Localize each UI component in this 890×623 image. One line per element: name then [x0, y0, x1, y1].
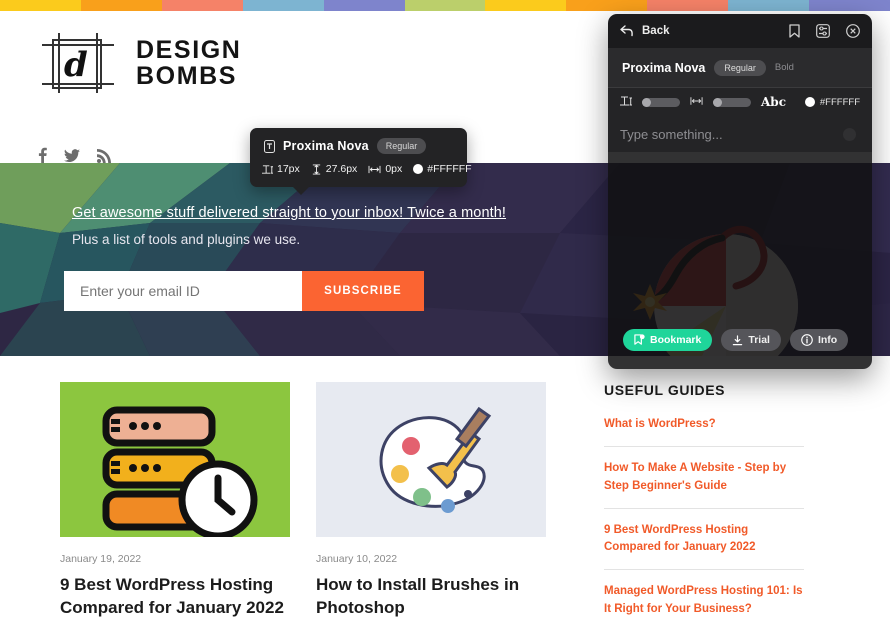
logo-letter: d [64, 45, 88, 85]
sidebar-guide-link[interactable]: 9 Best WordPress Hosting Compared for Ja… [604, 522, 804, 557]
letter-spacing-slider[interactable] [713, 97, 751, 107]
info-label: Info [817, 334, 838, 346]
tooltip-letter-spacing: 0px [385, 163, 403, 175]
article-thumbnail [60, 382, 290, 537]
font-size-slider[interactable] [642, 97, 680, 107]
article-card[interactable]: January 19, 2022 9 Best WordPress Hostin… [60, 382, 290, 619]
newsletter-form: SUBSCRIBE [64, 271, 424, 311]
panel-font-row: Proxima Nova Regular Bold [608, 48, 872, 88]
sidebar-guide-link[interactable]: Managed WordPress Hosting 101: Is It Rig… [604, 583, 804, 618]
bookmark-icon[interactable] [789, 24, 800, 38]
article-date: January 10, 2022 [316, 553, 398, 565]
article-date: January 19, 2022 [60, 553, 142, 565]
letter-spacing-icon [690, 95, 703, 110]
color-strip-segment [80, 0, 162, 11]
weight-bold-toggle[interactable]: Bold [775, 62, 794, 73]
sidebar-list-item: 9 Best WordPress Hosting Compared for Ja… [604, 522, 804, 571]
info-icon [801, 334, 813, 346]
hero-headline[interactable]: Get awesome stuff delivered straight to … [72, 205, 506, 221]
trial-label: Trial [748, 334, 770, 346]
panel-preview-area: Bookmark Trial Info [608, 152, 872, 369]
sidebar-list-item: Managed WordPress Hosting 101: Is It Rig… [604, 583, 804, 623]
panel-action-buttons: Bookmark Trial Info [608, 329, 872, 351]
back-arrow-icon [620, 25, 633, 37]
tooltip-color-swatch [413, 164, 424, 174]
top-color-strip [0, 0, 890, 11]
download-icon [733, 334, 743, 345]
color-strip-segment [404, 0, 486, 11]
twitter-icon[interactable] [64, 148, 80, 163]
article-card[interactable]: January 10, 2022 How to Install Brushes … [316, 382, 546, 619]
tooltip-font-name: Proxima Nova [283, 139, 369, 153]
sidebar-heading: USEFUL GUIDES [604, 382, 726, 398]
sliders-icon[interactable] [816, 24, 830, 38]
font-inspector-panel: Back Proxima Nova Regular Bold Abc #FFFF… [608, 14, 872, 369]
subscribe-button[interactable]: SUBSCRIBE [302, 271, 424, 311]
back-button[interactable]: Back [620, 25, 670, 37]
rss-icon[interactable] [97, 148, 111, 163]
font-size-icon [620, 95, 632, 110]
social-links [38, 147, 111, 164]
logo-monogram-icon: d [42, 33, 120, 93]
close-circle-icon[interactable] [846, 24, 860, 38]
site-logo[interactable]: d DESIGN BOMBS [42, 33, 241, 93]
font-inspector-tooltip: Proxima Nova Regular 17px 27.6px 0px #FF… [250, 128, 472, 195]
line-height-icon [312, 163, 320, 175]
page-root: d DESIGN BOMBS FREEBIESDEALS [0, 0, 890, 623]
color-strip-segment [242, 0, 324, 11]
sidebar-list-item: What is WordPress? [604, 416, 804, 448]
info-button[interactable]: Info [789, 329, 849, 351]
bookmark-add-icon [634, 334, 645, 345]
sidebar-guide-link[interactable]: How To Make A Website - Step by Step Beg… [604, 460, 804, 495]
type-field-dot-icon [843, 127, 856, 141]
hero-subline: Plus a list of tools and plugins we use. [72, 232, 301, 247]
trial-button[interactable]: Trial [721, 329, 781, 351]
tooltip-line-height: 27.6px [325, 163, 358, 175]
serif-preview-toggle[interactable]: Abc [761, 95, 786, 109]
logo-text-line1: DESIGN [136, 35, 242, 64]
sidebar-list-item: How To Make A Website - Step by Step Beg… [604, 460, 804, 509]
color-strip-segment [161, 0, 243, 11]
panel-color-hex: #FFFFFF [819, 96, 860, 108]
article-title[interactable]: How to Install Brushes in Photoshop [316, 574, 546, 619]
color-strip-segment [647, 0, 729, 11]
type-preview-field[interactable]: Type something... [608, 116, 872, 152]
article-cards: January 19, 2022 9 Best WordPress Hostin… [60, 382, 546, 619]
sidebar-link-list: What is WordPress? How To Make A Website … [604, 416, 804, 623]
color-strip-segment [566, 0, 648, 11]
tooltip-weight-badge: Regular [376, 138, 427, 154]
bookmark-label: Bookmark [650, 334, 702, 346]
font-size-icon [262, 164, 273, 174]
content-area: January 19, 2022 9 Best WordPress Hostin… [0, 356, 890, 623]
color-strip-segment [728, 0, 810, 11]
tooltip-font-size: 17px [277, 163, 300, 175]
email-input[interactable] [64, 271, 302, 311]
article-thumbnail [316, 382, 546, 537]
color-strip-segment [0, 0, 81, 11]
logo-text-line2: BOMBS [136, 62, 238, 90]
bookmark-button[interactable]: Bookmark [623, 329, 713, 351]
sidebar-useful-guides: USEFUL GUIDES What is WordPress? How To M… [604, 382, 804, 623]
facebook-icon[interactable] [38, 147, 47, 164]
sidebar-guide-link[interactable]: What is WordPress? [604, 416, 804, 433]
letter-spacing-icon [368, 165, 381, 173]
color-strip-segment [809, 0, 890, 11]
article-title[interactable]: 9 Best WordPress Hosting Compared for Ja… [60, 574, 290, 619]
color-strip-segment [323, 0, 405, 11]
back-label: Back [642, 25, 670, 37]
panel-font-name: Proxima Nova [622, 60, 706, 75]
panel-color-swatch [804, 97, 815, 107]
panel-controls-row: Abc #FFFFFF [608, 88, 872, 116]
weight-regular-toggle[interactable]: Regular [714, 59, 766, 76]
panel-header: Back [608, 14, 872, 48]
server-stack-illustration [102, 406, 258, 537]
paint-palette-illustration [379, 406, 492, 513]
tooltip-color-hex: #FFFFFF [427, 163, 472, 175]
hero-copy: Get awesome stuff delivered straight to … [72, 205, 506, 247]
panel-color-picker[interactable]: #FFFFFF [804, 96, 860, 108]
color-strip-segment [485, 0, 567, 11]
type-placeholder: Type something... [620, 126, 723, 142]
font-file-icon [264, 139, 275, 153]
